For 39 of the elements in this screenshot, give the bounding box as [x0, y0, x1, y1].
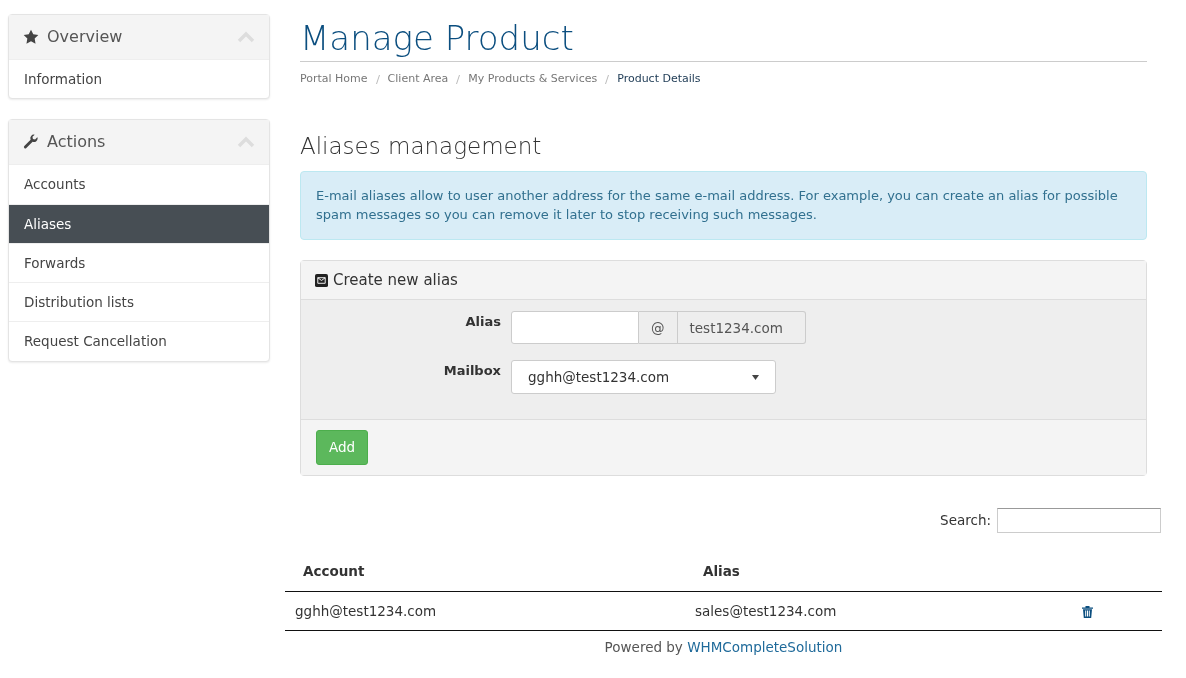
star-icon [23, 29, 39, 45]
search-field[interactable] [997, 507, 1161, 533]
panel-title: Actions [47, 131, 107, 154]
at-addon: @ [639, 311, 678, 345]
field-label: Alias [464, 313, 502, 332]
breadcrumb-link[interactable]: My Products & Services [468, 70, 598, 88]
footer-text: Powered by WHMCompleteSolution [603, 638, 844, 658]
alias-input[interactable] [511, 311, 639, 345]
search-label: Search: [940, 511, 991, 530]
page-title: Manage Product [300, 18, 1147, 62]
envelope-icon [315, 273, 328, 287]
sidebar-item[interactable]: Aliases [9, 203, 269, 243]
section-title: Aliases management [300, 133, 543, 161]
breadcrumb-link[interactable]: Client Area [387, 70, 449, 88]
domain-field: test1234.com [677, 311, 806, 345]
info-alert: E-mail aliases allow to user another address for the same e-mail address. For example, you can create an alias for possible spam messages so you can remove it later to stop receiving such messages. [300, 170, 1147, 240]
footer-link[interactable]: WHMCompleteSolution [687, 639, 843, 656]
sidebar-item[interactable]: Forwards [9, 242, 269, 282]
sidebar-item[interactable]: Accounts [9, 164, 269, 204]
slash-icon [375, 74, 380, 84]
mailbox-select[interactable]: gghh@test1234.com [511, 360, 776, 395]
slash-icon [456, 74, 461, 84]
form-title: Create new alias [333, 269, 458, 291]
panel-header[interactable]: Actions [9, 120, 269, 165]
column-header: Alias [685, 550, 1072, 592]
field-label: Mailbox [442, 362, 502, 381]
column-header: Account [285, 550, 685, 592]
sidebar-item[interactable]: Request Cancellation [9, 321, 269, 361]
panel-header[interactable]: Overview [9, 15, 269, 59]
sidebar-item[interactable]: Distribution lists [9, 282, 269, 322]
sidebar-item[interactable]: Information [9, 59, 269, 99]
wrench-icon [23, 134, 39, 151]
trash-icon[interactable] [1082, 605, 1093, 618]
table-cell: sales@test1234.com [685, 591, 1072, 631]
slash-icon [605, 74, 610, 84]
table-cell: gghh@test1234.com [285, 591, 685, 631]
panel-title: Overview [47, 26, 124, 48]
breadcrumb-link[interactable]: Portal Home [300, 70, 368, 88]
caret-icon [752, 374, 759, 380]
